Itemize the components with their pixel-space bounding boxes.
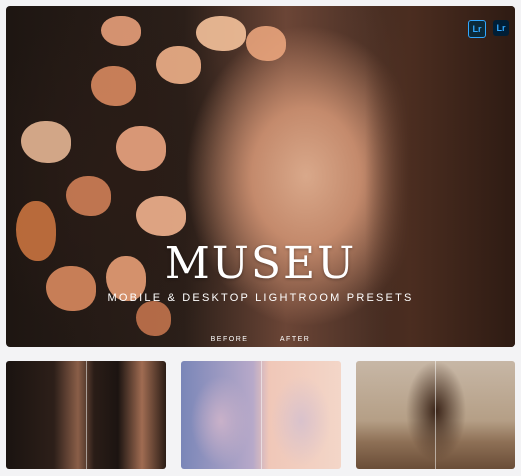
flower-petal — [136, 196, 186, 236]
before-after-divider — [86, 361, 87, 469]
thumbnail-preview-2[interactable] — [181, 361, 341, 469]
flower-petal — [116, 126, 166, 171]
before-after-divider — [435, 361, 436, 469]
before-label: BEFORE — [210, 336, 249, 343]
hero-image: Lr Lr MUSEU MOBILE & DESKTOP LIGHTROOM P… — [6, 6, 515, 347]
lightroom-desktop-icon: Lr — [493, 20, 509, 36]
flower-petal — [156, 46, 201, 84]
thumbnail-preview-3[interactable] — [356, 361, 515, 469]
before-after-divider — [261, 361, 262, 469]
after-label: AFTER — [279, 336, 311, 343]
flower-petal — [246, 26, 286, 61]
thumbnail-preview-1[interactable] — [6, 361, 166, 469]
flower-petal — [196, 16, 246, 51]
flower-petal — [91, 66, 136, 106]
product-title: MUSEU — [164, 238, 357, 289]
before-after-labels: BEFORE AFTER — [6, 336, 515, 343]
flower-petal — [136, 301, 171, 336]
lightroom-mobile-icon: Lr — [468, 20, 486, 38]
product-subtitle: MOBILE & DESKTOP LIGHTROOM PRESETS — [107, 292, 414, 304]
flower-petal — [21, 121, 71, 163]
flower-petal — [101, 16, 141, 46]
flower-petal — [66, 176, 111, 216]
